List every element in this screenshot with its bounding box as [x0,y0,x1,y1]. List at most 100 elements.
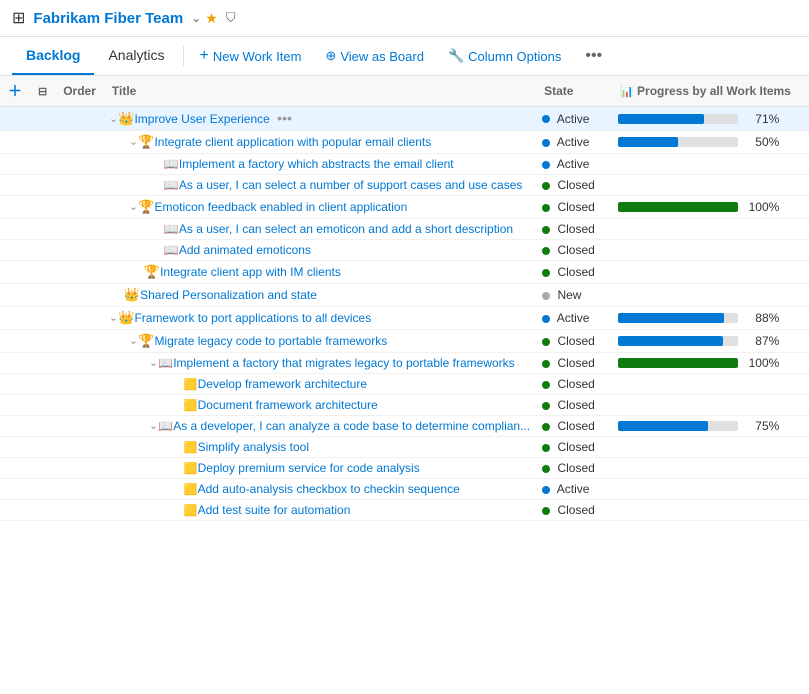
row-title[interactable]: Implement a factory that migrates legacy… [173,356,514,370]
feature-icon: 🏆 [138,199,154,214]
row-title[interactable]: Develop framework architecture [198,377,367,391]
progress-bar-fill [618,313,724,323]
nav-analytics[interactable]: Analytics [94,37,178,75]
progress-pct: 75% [744,419,779,433]
new-work-item-button[interactable]: + New Work Item [188,39,314,73]
row-title[interactable]: Improve User Experience [134,112,269,126]
td-title: ›📖Implement a factory that migrates lega… [104,353,536,374]
td-state: Closed [536,175,612,196]
task-icon: 🟨 [184,463,198,475]
progress-pct: 50% [744,135,779,149]
view-as-board-button[interactable]: ⊕ View as Board [313,40,436,72]
add-row-icon[interactable]: ＋ [8,83,22,99]
row-title[interactable]: As a user, I can select an emoticon and … [179,222,513,236]
td-expand [30,479,55,500]
td-expand [30,261,55,284]
td-state: Closed [536,353,612,374]
row-title[interactable]: Integrate client application with popula… [154,135,431,149]
state-text: New [557,288,581,302]
td-progress: 87% [612,330,809,353]
td-expand [30,131,55,154]
expand-chevron[interactable]: › [148,426,159,429]
td-add [0,196,30,219]
expand-chevron[interactable]: › [108,318,119,321]
td-expand [30,154,55,175]
expand-chevron[interactable]: › [128,142,139,145]
td-state: Active [536,131,612,154]
state-text: Active [557,135,590,149]
nav-backlog[interactable]: Backlog [12,37,94,75]
feature-icon: 🏆 [138,333,154,348]
td-progress: 88% [612,307,809,330]
people-icon[interactable]: ⛉ [226,10,236,26]
state-text: Closed [557,377,594,391]
expand-collapse-icon[interactable]: ⊟ [38,86,47,98]
row-title[interactable]: Deploy premium service for code analysis [198,461,420,475]
td-order [55,374,104,395]
grid-icon: ⊞ [12,8,25,28]
state-text: Closed [557,356,594,370]
td-progress: 100% [612,353,809,374]
td-add [0,219,30,240]
column-options-button[interactable]: 🔧 Column Options [436,40,573,72]
star-icon[interactable]: ★ [205,10,218,27]
row-title[interactable]: As a user, I can select a number of supp… [179,178,523,192]
expand-chevron[interactable]: › [148,363,159,366]
th-order: Order [55,76,104,107]
td-title: ›🏆Integrate client application with popu… [104,131,536,154]
team-dropdown-icon[interactable]: ⌄ [191,11,201,25]
expand-chevron[interactable]: › [108,119,119,122]
row-title[interactable]: Shared Personalization and state [140,288,317,302]
row-title[interactable]: Add auto-analysis checkbox to checkin se… [198,482,460,496]
td-add [0,330,30,353]
row-title[interactable]: Migrate legacy code to portable framewor… [154,334,387,348]
table-row: ›👑Improve User Experience ••• Active 71% [0,107,809,131]
td-order [55,479,104,500]
new-work-item-label: New Work Item [213,49,302,64]
progress-bar-container: 75% [618,419,803,433]
row-title[interactable]: Framework to port applications to all de… [134,311,371,325]
row-title[interactable]: Emoticon feedback enabled in client appl… [154,200,407,214]
td-order [55,107,104,131]
task-icon: 🟨 [184,400,198,412]
expand-chevron[interactable]: › [128,341,139,344]
td-add [0,416,30,437]
td-add [0,240,30,261]
state-text: Active [557,157,590,171]
td-order [55,154,104,175]
state-text: Closed [557,222,594,236]
td-title: ›📖As a developer, I can analyze a code b… [104,416,536,437]
td-add [0,458,30,479]
row-title[interactable]: Simplify analysis tool [198,440,309,454]
row-title[interactable]: Integrate client app with IM clients [160,265,341,279]
progress-bar-wrap [618,336,738,346]
expand-chevron[interactable]: › [128,207,139,210]
backlog-table: ＋ ⊟ Order Title State 📊Progress by all W… [0,76,809,521]
story-icon: 📖 [158,356,173,370]
row-title[interactable]: Add test suite for automation [198,503,351,517]
feature-icon: 🏆 [138,134,154,149]
progress-bar-fill [618,137,678,147]
team-name[interactable]: Fabrikam Fiber Team [33,10,183,27]
row-ellipsis-button[interactable]: ••• [273,110,296,126]
progress-pct: 87% [744,334,779,348]
td-expand [30,307,55,330]
state-dot [542,182,550,190]
td-state: Closed [536,458,612,479]
td-order [55,131,104,154]
row-title[interactable]: Implement a factory which abstracts the … [179,157,454,171]
row-title[interactable]: Document framework architecture [198,398,378,412]
td-expand [30,374,55,395]
th-expand: ⊟ [30,76,55,107]
state-dot [542,465,550,473]
row-title[interactable]: Add animated emoticons [179,243,311,257]
state-dot [542,247,550,255]
progress-bar-container: 71% [618,112,803,126]
state-dot [542,360,550,368]
td-order [55,261,104,284]
td-state: Closed [536,374,612,395]
nav-more-button[interactable]: ••• [577,39,610,73]
row-title[interactable]: As a developer, I can analyze a code bas… [173,419,530,433]
td-expand [30,458,55,479]
td-order [55,219,104,240]
